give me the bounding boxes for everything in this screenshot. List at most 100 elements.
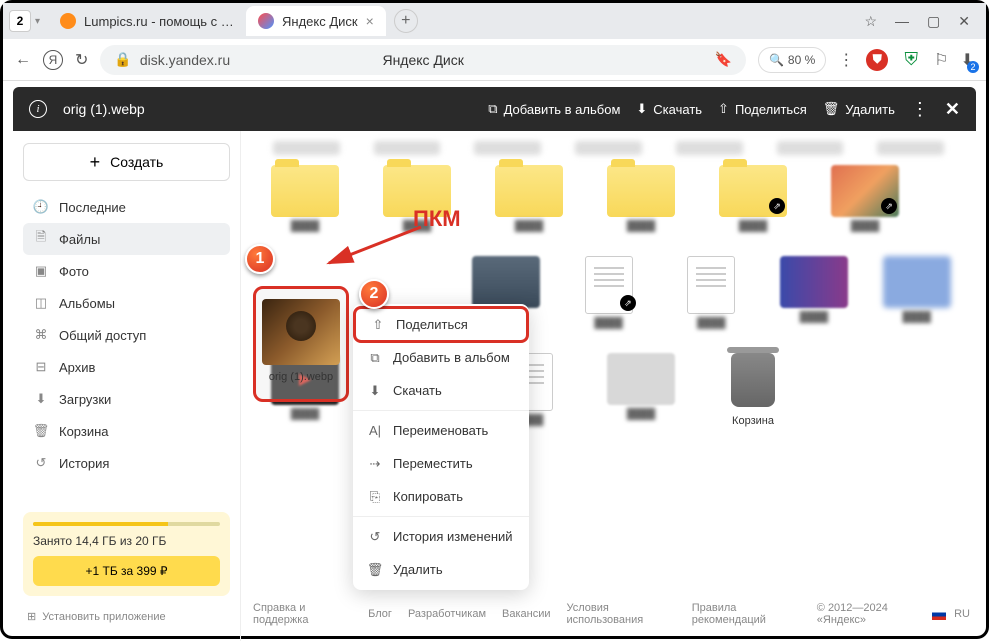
- annotation-pkm: ПКМ: [413, 206, 461, 232]
- storage-text: Занято 14,4 ГБ из 20 ГБ: [33, 534, 220, 548]
- browser-tab[interactable]: Lumpics.ru - помощь с ком: [48, 6, 246, 36]
- favicon-yadisk: [258, 13, 274, 29]
- info-icon[interactable]: i: [29, 100, 47, 118]
- ctx-share[interactable]: ⇧Поделиться: [353, 306, 529, 343]
- file-item[interactable]: ⇗████: [569, 256, 648, 329]
- share-button[interactable]: ⇧Поделиться: [718, 101, 807, 117]
- flag-ru-icon: [932, 609, 946, 620]
- delete-button[interactable]: 🗑Удалить: [823, 101, 895, 117]
- ctx-rename[interactable]: A|Переименовать: [353, 414, 529, 447]
- nav-albums[interactable]: ◫Альбомы: [23, 287, 230, 319]
- nav-trash[interactable]: 🗑Корзина: [23, 415, 230, 447]
- nav-files[interactable]: 🗎Файлы: [23, 223, 230, 255]
- file-item[interactable]: ████: [775, 256, 854, 329]
- nav-recent[interactable]: 🕘Последние: [23, 191, 230, 223]
- ctx-move[interactable]: ⇢Переместить: [353, 447, 529, 480]
- download-icon: ⬇: [367, 383, 383, 399]
- history-icon: ↺: [33, 455, 49, 471]
- close-actionbar[interactable]: ✕: [945, 99, 960, 120]
- ctx-download[interactable]: ⬇Скачать: [353, 374, 529, 407]
- sidebar: + Создать 🕘Последние 🗎Файлы ▣Фото ◫Альбо…: [13, 131, 241, 641]
- archive-icon: ⊟: [33, 359, 49, 375]
- url-input[interactable]: 🔒 disk.yandex.ru Яндекс Диск 🔖: [100, 45, 746, 75]
- folder-item[interactable]: ████: [597, 165, 685, 232]
- bookmarks-icon[interactable]: ☆: [864, 13, 877, 30]
- nav-reload[interactable]: ↻: [75, 50, 88, 70]
- storage-bar: [33, 522, 220, 526]
- photo-icon: ▣: [33, 263, 49, 279]
- create-button[interactable]: + Создать: [23, 143, 230, 181]
- window-maximize[interactable]: ▢: [927, 13, 940, 30]
- file-name: orig (1).webp: [269, 371, 333, 383]
- nav-photo[interactable]: ▣Фото: [23, 255, 230, 287]
- favicon-lumpics: [60, 13, 76, 29]
- tab-dropdown[interactable]: ▾: [35, 16, 40, 27]
- file-item[interactable]: ████: [597, 353, 685, 427]
- footer-lang[interactable]: RU: [954, 608, 970, 620]
- file-item[interactable]: ████: [672, 256, 751, 329]
- window-minimize[interactable]: —: [895, 13, 909, 29]
- upgrade-button[interactable]: +1 ТБ за 399 ₽: [33, 556, 220, 586]
- protect-icon[interactable]: ⛨: [900, 49, 922, 71]
- folder-item[interactable]: ████: [261, 165, 349, 232]
- add-to-album-button[interactable]: ⧉Добавить в альбом: [488, 101, 620, 117]
- move-icon: ⇢: [367, 456, 383, 472]
- zoom-indicator[interactable]: 🔍 80 %: [758, 47, 826, 73]
- context-menu: ⇧Поделиться ⧉Добавить в альбом ⬇Скачать …: [353, 304, 529, 590]
- new-tab-button[interactable]: +: [394, 9, 418, 33]
- menu-dots[interactable]: ⋮: [838, 50, 854, 70]
- footer-support[interactable]: Справка и поддержка: [253, 602, 352, 626]
- nav-archive[interactable]: ⊟Архив: [23, 351, 230, 383]
- trash-item[interactable]: Корзина: [709, 353, 797, 427]
- nav-history[interactable]: ↺История: [23, 447, 230, 479]
- annotation-marker-1: 1: [245, 244, 275, 274]
- footer-jobs[interactable]: Вакансии: [502, 608, 551, 620]
- page-title: Яндекс Диск: [382, 52, 463, 68]
- share-badge-icon: ⇗: [881, 198, 897, 214]
- install-app-link[interactable]: ⊞Установить приложение: [23, 604, 230, 629]
- ctx-delete[interactable]: 🗑Удалить: [353, 553, 529, 586]
- nav-back[interactable]: ←: [15, 51, 31, 69]
- browser-tab-active[interactable]: Яндекс Диск ×: [246, 6, 386, 36]
- tab-counter[interactable]: 2: [9, 10, 31, 32]
- bookmark-icon[interactable]: 🔖: [715, 51, 732, 68]
- download-button[interactable]: ⬇Скачать: [636, 101, 702, 117]
- footer-dev[interactable]: Разработчикам: [408, 608, 486, 620]
- more-actions[interactable]: ⋮: [911, 99, 929, 120]
- ctx-add-album[interactable]: ⧉Добавить в альбом: [353, 341, 529, 374]
- window-close[interactable]: ✕: [958, 13, 970, 30]
- extensions-icon[interactable]: ⚐: [934, 50, 948, 70]
- clock-icon: 🕘: [33, 199, 49, 215]
- file-item[interactable]: ⇗████: [821, 165, 909, 232]
- file-grid: ████ ████ ████ ████ ⇗████ ⇗████ ████ ⇗██…: [241, 131, 976, 641]
- selected-file[interactable]: orig (1).webp: [253, 286, 349, 402]
- trash-icon: 🗑: [823, 101, 840, 117]
- footer-rules[interactable]: Правила рекомендаций: [692, 602, 801, 626]
- browser-titlebar: 2 ▾ Lumpics.ru - помощь с ком Яндекс Дис…: [3, 3, 986, 39]
- footer-terms[interactable]: Условия использования: [567, 602, 676, 626]
- copy-icon: ⎘: [367, 489, 383, 505]
- create-label: Создать: [110, 154, 163, 170]
- folder-item[interactable]: ████: [485, 165, 573, 232]
- nav-downloads[interactable]: ⬇Загрузки: [23, 383, 230, 415]
- file-item[interactable]: ████: [877, 256, 956, 329]
- file-icon: 🗎: [33, 228, 49, 250]
- footer-blog[interactable]: Блог: [368, 608, 392, 620]
- tab-close-icon[interactable]: ×: [366, 13, 374, 29]
- nav-shared[interactable]: ⌘Общий доступ: [23, 319, 230, 351]
- ctx-history[interactable]: ↺История изменений: [353, 520, 529, 553]
- downloads-icon[interactable]: ⬇: [961, 50, 974, 70]
- share-badge-icon: ⇗: [769, 198, 785, 214]
- plus-icon: +: [90, 152, 101, 173]
- trash-nav-icon: 🗑: [33, 423, 49, 439]
- selected-filename: orig (1).webp: [63, 101, 145, 117]
- folder-item[interactable]: ⇗████: [709, 165, 797, 232]
- adblock-icon[interactable]: ⛊: [866, 49, 888, 71]
- yandex-home[interactable]: Я: [43, 50, 63, 70]
- browser-addressbar: ← Я ↻ 🔒 disk.yandex.ru Яндекс Диск 🔖 🔍 8…: [3, 39, 986, 81]
- share-badge-icon: ⇗: [620, 295, 636, 311]
- footer-copyright: © 2012—2024 «Яндекс»: [817, 602, 924, 626]
- ctx-copy[interactable]: ⎘Копировать: [353, 480, 529, 513]
- add-album-icon: ⧉: [488, 101, 497, 117]
- tab-label: Яндекс Диск: [282, 14, 358, 29]
